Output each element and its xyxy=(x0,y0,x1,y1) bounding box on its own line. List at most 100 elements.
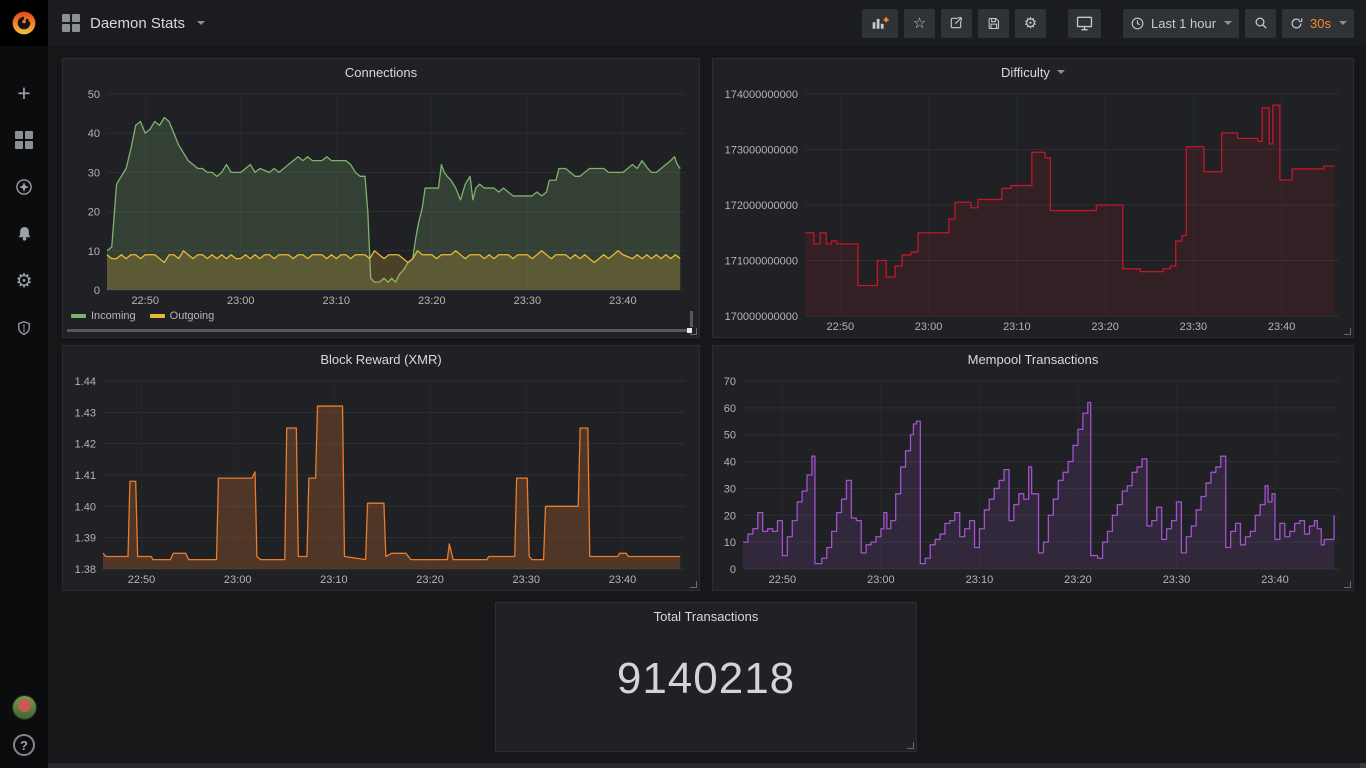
mempool-chart[interactable]: 01020304050607022:5023:0023:1023:2023:30… xyxy=(717,372,1349,586)
legend-swatch-outgoing-icon xyxy=(150,314,165,318)
grafana-logo-icon xyxy=(10,9,38,37)
time-range-picker[interactable]: Last 1 hour xyxy=(1123,9,1239,38)
svg-text:22:50: 22:50 xyxy=(769,574,797,586)
legend-label-outgoing[interactable]: Outgoing xyxy=(170,310,215,322)
svg-text:23:40: 23:40 xyxy=(1261,574,1289,586)
svg-text:170000000000: 170000000000 xyxy=(725,311,798,323)
user-avatar[interactable] xyxy=(12,695,37,720)
panel-resize-handle[interactable] xyxy=(690,581,697,588)
svg-text:22:50: 22:50 xyxy=(827,321,855,333)
legend-swatch-incoming-icon xyxy=(71,314,86,318)
svg-text:23:40: 23:40 xyxy=(1268,321,1296,333)
block-reward-chart[interactable]: 1.381.391.401.411.421.431.4422:5023:0023… xyxy=(67,372,695,586)
svg-text:23:10: 23:10 xyxy=(1003,321,1031,333)
panel-header-connections[interactable]: Connections xyxy=(63,59,699,85)
svg-text:23:30: 23:30 xyxy=(514,295,542,307)
horizontal-scrollbar[interactable] xyxy=(67,329,687,332)
refresh-interval-label[interactable]: 30s xyxy=(1310,16,1331,31)
panel-title[interactable]: Difficulty xyxy=(1001,65,1050,80)
cycle-view-mode-button[interactable] xyxy=(1068,9,1101,38)
plus-icon: + xyxy=(17,83,30,103)
dashboards-squares-icon xyxy=(15,131,33,149)
svg-text:10: 10 xyxy=(88,246,100,258)
svg-text:22:50: 22:50 xyxy=(131,295,159,307)
compass-icon xyxy=(14,177,34,197)
panel-header-mempool[interactable]: Mempool Transactions xyxy=(713,346,1353,372)
sidebar-item-configuration[interactable]: ⚙ xyxy=(0,268,48,294)
svg-text:1.41: 1.41 xyxy=(75,470,96,482)
grafana-logo[interactable] xyxy=(0,0,48,46)
panel-total-transactions: Total Transactions 9140218 xyxy=(495,602,917,752)
svg-text:1.42: 1.42 xyxy=(75,439,96,451)
panel-title[interactable]: Mempool Transactions xyxy=(968,352,1099,367)
legend-item-incoming[interactable]: Incoming xyxy=(71,310,136,322)
star-icon: ☆ xyxy=(913,16,926,31)
legend-label-incoming[interactable]: Incoming xyxy=(91,310,136,322)
panel-menu-caret-icon[interactable] xyxy=(1057,70,1065,78)
svg-text:23:20: 23:20 xyxy=(416,574,444,586)
svg-text:22:50: 22:50 xyxy=(128,574,156,586)
bell-icon xyxy=(15,225,34,244)
sidebar-item-explore[interactable] xyxy=(0,174,48,200)
panel-resize-handle[interactable] xyxy=(907,742,914,749)
panel-header-difficulty[interactable]: Difficulty xyxy=(713,59,1353,85)
dashboard-title-picker[interactable]: Daemon Stats xyxy=(62,14,205,32)
panel-resize-handle[interactable] xyxy=(690,328,697,335)
svg-text:30: 30 xyxy=(724,483,736,495)
svg-text:10: 10 xyxy=(724,537,736,549)
svg-text:173000000000: 173000000000 xyxy=(725,145,798,157)
svg-text:23:40: 23:40 xyxy=(609,295,637,307)
svg-text:23:10: 23:10 xyxy=(966,574,994,586)
svg-text:1.44: 1.44 xyxy=(75,376,96,388)
svg-text:1.40: 1.40 xyxy=(75,501,96,513)
sidebar-item-create[interactable]: + xyxy=(0,80,48,106)
dashboard-grid-icon xyxy=(62,14,80,32)
chevron-down-icon xyxy=(1339,21,1347,29)
scrollbar-corner xyxy=(1360,763,1366,768)
dashboard-title[interactable]: Daemon Stats xyxy=(90,15,185,32)
svg-text:23:40: 23:40 xyxy=(609,574,637,586)
sidebar-item-alerting[interactable] xyxy=(0,221,48,247)
share-dashboard-button[interactable] xyxy=(941,9,972,38)
panel-resize-handle[interactable] xyxy=(1344,328,1351,335)
panel-block-reward: Block Reward (XMR) 1.381.391.401.411.421… xyxy=(62,345,700,591)
sidebar-item-server-admin[interactable] xyxy=(0,315,48,341)
panel-header-total-transactions[interactable]: Total Transactions xyxy=(496,603,916,629)
sidebar-item-dashboards[interactable] xyxy=(0,127,48,153)
page-scrollbar-track[interactable] xyxy=(48,763,1366,768)
gear-icon: ⚙ xyxy=(15,272,32,291)
dashboard-settings-button[interactable]: ⚙ xyxy=(1015,9,1046,38)
chevron-down-icon xyxy=(197,21,205,29)
gear-icon: ⚙ xyxy=(1024,16,1037,31)
svg-text:172000000000: 172000000000 xyxy=(725,200,798,212)
vertical-scrollbar[interactable] xyxy=(690,311,693,327)
refresh-button[interactable]: 30s xyxy=(1282,9,1354,38)
panel-header-block-reward[interactable]: Block Reward (XMR) xyxy=(63,346,699,372)
save-dashboard-button[interactable] xyxy=(978,9,1009,38)
svg-text:23:30: 23:30 xyxy=(513,574,541,586)
add-panel-button[interactable] xyxy=(862,9,898,38)
svg-text:23:00: 23:00 xyxy=(867,574,895,586)
svg-text:0: 0 xyxy=(730,564,736,576)
svg-text:40: 40 xyxy=(724,457,736,469)
help-icon[interactable]: ? xyxy=(13,734,35,756)
panel-title[interactable]: Block Reward (XMR) xyxy=(320,352,441,367)
difficulty-chart[interactable]: 1700000000001710000000001720000000001730… xyxy=(717,85,1349,333)
panel-title[interactable]: Connections xyxy=(345,65,417,80)
panel-title[interactable]: Total Transactions xyxy=(654,609,759,624)
panel-mempool: Mempool Transactions 01020304050607022:5… xyxy=(712,345,1354,591)
panel-resize-handle[interactable] xyxy=(1344,581,1351,588)
svg-text:1.39: 1.39 xyxy=(75,533,96,545)
chevron-down-icon xyxy=(1224,21,1232,29)
star-dashboard-button[interactable]: ☆ xyxy=(904,9,935,38)
svg-text:1.43: 1.43 xyxy=(75,407,96,419)
legend-item-outgoing[interactable]: Outgoing xyxy=(150,310,215,322)
panel-connections: Connections 0102030405022:5023:0023:1023… xyxy=(62,58,700,338)
zoom-out-button[interactable] xyxy=(1245,9,1276,38)
svg-text:70: 70 xyxy=(724,376,736,388)
save-icon xyxy=(986,16,1001,31)
monitor-icon xyxy=(1075,15,1094,32)
connections-chart[interactable]: 0102030405022:5023:0023:1023:2023:3023:4… xyxy=(67,85,695,307)
svg-text:20: 20 xyxy=(88,207,100,219)
navbar: Daemon Stats ☆ xyxy=(48,0,1366,46)
